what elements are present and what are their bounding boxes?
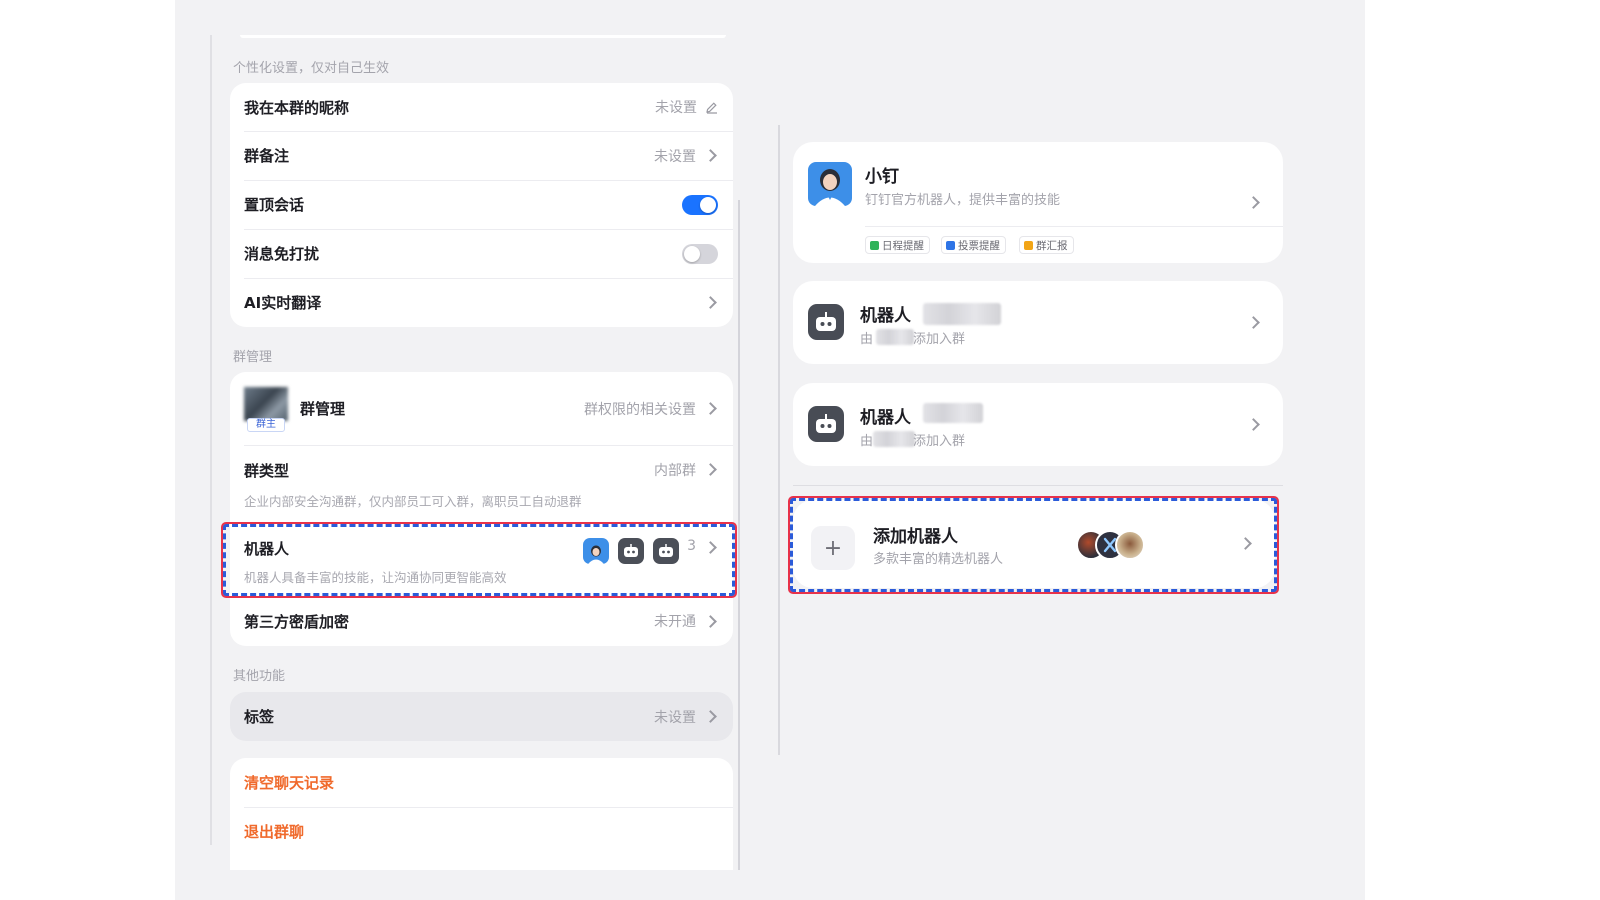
robot-added-prefix: 由 — [860, 332, 874, 347]
encrypt-row[interactable]: 第三方密盾加密 未开通 — [230, 596, 733, 646]
tag-label: 投票提醒 — [958, 239, 1000, 252]
leave-group-row[interactable]: 退出群聊 — [230, 807, 733, 856]
encrypt-value: 未开通 — [654, 614, 696, 630]
mute-toggle[interactable] — [682, 243, 718, 264]
robot-name: 机器人 — [860, 306, 911, 326]
personal-settings-card: 我在本群的昵称 未设置 群备注 未设置 置顶会话 消息免打扰 AI实时翻译 — [230, 83, 733, 327]
nickname-value: 未设置 — [655, 100, 697, 116]
right-section-divider — [793, 485, 1283, 486]
group-type-value: 内部群 — [654, 463, 696, 479]
redacted-adder — [873, 431, 915, 447]
robot-icon — [808, 406, 844, 442]
other-card: 标签 未设置 — [230, 692, 733, 741]
robot-name: 机器人 — [860, 408, 911, 428]
xiaoding-desc: 钉钉官方机器人，提供丰富的技能 — [865, 193, 1061, 208]
section-label-group-mgmt: 群管理 — [233, 350, 273, 365]
add-robot-highlight — [788, 496, 1279, 594]
tag-vote[interactable]: 投票提醒 — [941, 236, 1006, 254]
chevron-right-icon — [1247, 315, 1260, 329]
tag-schedule[interactable]: 日程提醒 — [865, 236, 930, 254]
robots-row-highlight — [221, 522, 737, 598]
chevron-right-icon — [1247, 195, 1260, 209]
chevron-right-icon — [704, 614, 717, 628]
nickname-title: 我在本群的昵称 — [244, 98, 350, 117]
chevron-right-icon — [704, 402, 717, 415]
redacted-name — [923, 403, 983, 423]
top-card-edge — [240, 35, 726, 38]
encrypt-title: 第三方密盾加密 — [244, 612, 350, 631]
redacted-adder — [876, 329, 914, 345]
danger-card: 清空聊天记录 退出群聊 — [230, 758, 733, 870]
settings-stage: 个性化设置，仅对自己生效 我在本群的昵称 未设置 群备注 未设置 置顶会话 消息… — [175, 0, 1365, 900]
chevron-right-icon — [704, 710, 717, 723]
chevron-right-icon — [704, 296, 717, 309]
calendar-icon — [870, 240, 879, 250]
translate-row[interactable]: AI实时翻译 — [230, 278, 733, 327]
pin-toggle[interactable] — [682, 194, 718, 215]
xiaoding-avatar-icon — [808, 162, 852, 206]
robot-icon — [808, 304, 844, 340]
blurred-avatar-image — [244, 386, 288, 421]
pin-title: 置顶会话 — [244, 196, 305, 214]
redacted-name — [923, 303, 1001, 325]
group-avatar: 群主 — [244, 386, 288, 432]
toggle-knob — [684, 245, 700, 262]
report-icon — [1024, 240, 1033, 250]
chevron-right-icon — [704, 149, 717, 162]
remark-row[interactable]: 群备注 未设置 — [230, 131, 733, 180]
mute-title: 消息免打扰 — [244, 245, 320, 263]
robot-added-prefix: 由 — [860, 434, 874, 449]
group-type-desc: 企业内部安全沟通群，仅内部员工可入群，离职员工自动退群 — [244, 494, 582, 509]
tags-row[interactable]: 标签 未设置 — [230, 692, 733, 741]
xiaoding-card[interactable]: 小钉 钉钉官方机器人，提供丰富的技能 日程提醒 投票提醒 群汇报 — [793, 142, 1283, 263]
xiaoding-name: 小钉 — [865, 167, 899, 187]
group-manage-title: 群管理 — [300, 400, 346, 418]
remark-title: 群备注 — [244, 147, 290, 165]
panel-divider — [778, 125, 780, 755]
mute-row: 消息免打扰 — [230, 229, 733, 278]
clear-history-row[interactable]: 清空聊天记录 — [230, 758, 733, 807]
robot-added-suffix: 添加入群 — [913, 434, 966, 449]
tag-label: 日程提醒 — [882, 239, 924, 252]
section-label-personal: 个性化设置，仅对自己生效 — [233, 61, 390, 76]
group-manage-value: 群权限的相关设置 — [584, 401, 696, 418]
tag-report[interactable]: 群汇报 — [1019, 236, 1074, 254]
robot-card-2[interactable]: 机器人 由 添加入群 — [793, 383, 1283, 466]
nickname-row[interactable]: 我在本群的昵称 未设置 — [230, 83, 733, 131]
section-label-other: 其他功能 — [233, 669, 286, 684]
group-manage-row[interactable]: 群主 群管理 群权限的相关设置 — [230, 372, 733, 445]
vote-icon — [946, 240, 955, 250]
group-mgmt-card: 群主 群管理 群权限的相关设置 群类型 内部群 企业内部安全沟通群，仅内部员工可… — [230, 372, 733, 646]
chevron-right-icon — [1247, 417, 1260, 431]
leave-group-button[interactable]: 退出群聊 — [244, 821, 718, 842]
pin-row: 置顶会话 — [230, 180, 733, 229]
xiaoding-divider — [865, 226, 1283, 227]
group-settings-panel: 个性化设置，仅对自己生效 我在本群的昵称 未设置 群备注 未设置 置顶会话 消息… — [210, 35, 770, 870]
owner-badge: 群主 — [247, 417, 285, 432]
group-type-row[interactable]: 群类型 内部群 企业内部安全沟通群，仅内部员工可入群，离职员工自动退群 — [230, 445, 733, 523]
tag-label: 群汇报 — [1036, 239, 1068, 252]
pencil-icon[interactable] — [704, 100, 718, 114]
tags-title: 标签 — [244, 708, 275, 726]
robot-added-suffix: 添加入群 — [913, 332, 966, 347]
robot-card-1[interactable]: 机器人 由 添加入群 — [793, 281, 1283, 364]
left-edge-line — [210, 35, 212, 845]
remark-value: 未设置 — [654, 148, 696, 165]
clear-history-button[interactable]: 清空聊天记录 — [244, 772, 718, 793]
toggle-knob — [700, 196, 716, 213]
panel-scrollbar-line — [738, 200, 740, 870]
group-type-title: 群类型 — [244, 462, 290, 480]
tags-value: 未设置 — [654, 709, 696, 726]
translate-title: AI实时翻译 — [244, 294, 322, 312]
chevron-right-icon — [704, 463, 717, 476]
